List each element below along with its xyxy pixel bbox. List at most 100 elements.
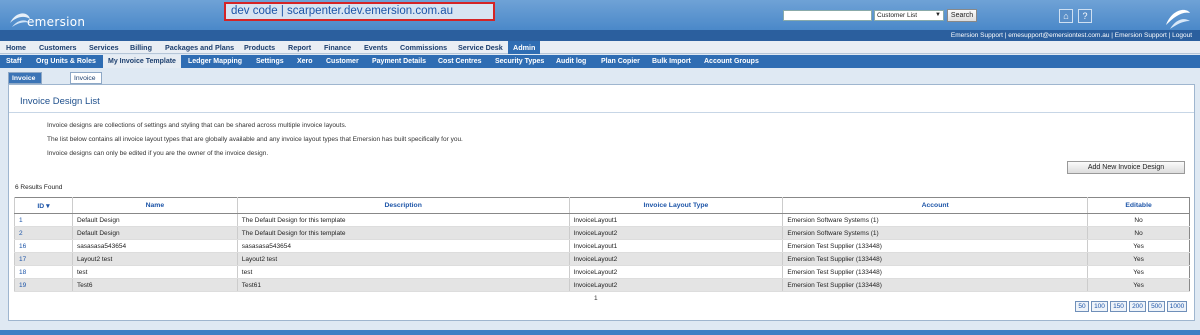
cell-account: Emersion Software Systems (1) xyxy=(782,213,1088,227)
cell-description: Layout2 test xyxy=(236,252,570,266)
page-size-button[interactable]: 1000 xyxy=(1167,301,1187,312)
sub-navigation: Staff Org Units & Roles My Invoice Templ… xyxy=(0,55,1200,68)
cell-editable: Yes xyxy=(1087,265,1190,279)
cell-name: Default Design xyxy=(71,226,238,240)
page-size-button[interactable]: 200 xyxy=(1129,301,1146,312)
cell-editable: Yes xyxy=(1087,278,1190,292)
nav-home[interactable]: Home xyxy=(6,41,26,54)
subnav-settings[interactable]: Settings xyxy=(256,55,284,68)
cell-description: The Default Design for this template xyxy=(236,213,570,227)
subnav-customer[interactable]: Customer xyxy=(326,55,359,68)
cell-account: Emersion Test Supplier (133448) xyxy=(782,239,1088,253)
page-size-button[interactable]: 50 xyxy=(1075,301,1089,312)
app-header: emersion dev code | scarpenter.dev.emers… xyxy=(0,0,1200,41)
column-header-id[interactable]: ID ▾ xyxy=(14,197,73,214)
cell-name: Default Design xyxy=(71,213,238,227)
cell-layout-type: InvoiceLayout1 xyxy=(568,239,783,253)
page-size-button[interactable]: 100 xyxy=(1091,301,1108,312)
table-row[interactable]: 18 test test InvoiceLayout2 Emersion Tes… xyxy=(14,265,1190,279)
nav-events[interactable]: Events xyxy=(364,41,388,54)
title-divider xyxy=(9,112,1194,113)
table-row[interactable]: 19 Test6 Test61 InvoiceLayout2 Emersion … xyxy=(14,278,1190,292)
subnav-ledger-mapping[interactable]: Ledger Mapping xyxy=(188,55,242,68)
cell-editable: No xyxy=(1087,226,1190,240)
search-type-value: Customer List xyxy=(877,12,918,19)
cell-account: Emersion Test Supplier (133448) xyxy=(782,278,1088,292)
table-row[interactable]: 2 Default Design The Default Design for … xyxy=(14,226,1190,240)
column-header-description[interactable]: Description xyxy=(236,197,570,214)
sort-descending-icon[interactable]: ▾ xyxy=(46,203,49,210)
cell-description: test xyxy=(236,265,570,279)
cell-layout-type: InvoiceLayout2 xyxy=(568,265,783,279)
tab-invoice-designs[interactable]: Invoice Designs xyxy=(8,72,43,93)
invoice-design-panel: Invoice Design List Invoice designs are … xyxy=(8,84,1195,321)
cell-editable: Yes xyxy=(1087,239,1190,253)
subnav-security-types[interactable]: Security Types xyxy=(495,55,544,68)
subnav-payment-details[interactable]: Payment Details xyxy=(372,55,426,68)
column-header-invoice-layout-type[interactable]: Invoice Layout Type xyxy=(568,197,783,214)
subnav-cost-centres[interactable]: Cost Centres xyxy=(438,55,482,68)
results-count: 6 Results Found xyxy=(15,184,63,191)
nav-report[interactable]: Report xyxy=(288,41,311,54)
subnav-audit-log[interactable]: Audit log xyxy=(556,55,586,68)
cell-id[interactable]: 1 xyxy=(14,213,73,227)
cell-account: Emersion Software Systems (1) xyxy=(782,226,1088,240)
column-header-account[interactable]: Account xyxy=(782,197,1088,214)
help-icon[interactable]: ? xyxy=(1078,9,1092,23)
table-header-row: ID ▾ Name Description Invoice Layout Typ… xyxy=(14,197,1190,214)
description-paragraph: Invoice designs are collections of setti… xyxy=(47,122,347,129)
table-row[interactable]: 17 Layout2 test Layout2 test InvoiceLayo… xyxy=(14,252,1190,266)
pagination-current-page[interactable]: 1 xyxy=(594,295,598,302)
subnav-account-groups[interactable]: Account Groups xyxy=(704,55,759,68)
search-type-select[interactable]: Customer List ▼ xyxy=(874,10,944,21)
nav-commissions[interactable]: Commissions xyxy=(400,41,447,54)
cell-id[interactable]: 16 xyxy=(14,239,73,253)
logo-text: emersion xyxy=(27,15,86,29)
main-navigation: Home Customers Services Billing Packages… xyxy=(0,41,1200,54)
cell-layout-type: InvoiceLayout2 xyxy=(568,226,783,240)
nav-customers[interactable]: Customers xyxy=(39,41,77,54)
nav-service-desk[interactable]: Service Desk xyxy=(458,41,503,54)
page-title: Invoice Design List xyxy=(20,96,100,107)
description-paragraph: The list below contains all invoice layo… xyxy=(47,136,463,143)
nav-products[interactable]: Products xyxy=(244,41,275,54)
cell-id[interactable]: 2 xyxy=(14,226,73,240)
nav-packages-and-plans[interactable]: Packages and Plans xyxy=(165,41,234,54)
subnav-bulk-import[interactable]: Bulk Import xyxy=(652,55,691,68)
page-size-button[interactable]: 150 xyxy=(1110,301,1127,312)
search-input[interactable] xyxy=(783,10,872,21)
cell-name: test xyxy=(71,265,238,279)
cell-description: Test61 xyxy=(236,278,570,292)
search-button[interactable]: Search xyxy=(947,9,977,22)
subnav-my-invoice-template[interactable]: My Invoice Template xyxy=(103,55,181,68)
cell-id[interactable]: 17 xyxy=(14,252,73,266)
table-row[interactable]: 16 sasasasa543654 sasasasa543654 Invoice… xyxy=(14,239,1190,253)
cell-id[interactable]: 19 xyxy=(14,278,73,292)
tab-invoice-layouts[interactable]: Invoice Layouts xyxy=(70,72,102,93)
add-new-invoice-design-button[interactable]: Add New Invoice Design xyxy=(1067,161,1185,174)
cell-description: sasasasa543654 xyxy=(236,239,570,253)
user-info-bar[interactable]: Emersion Support | emesupport@emersionte… xyxy=(0,30,1200,41)
description-paragraph: Invoice designs can only be edited if yo… xyxy=(47,150,269,157)
column-header-editable[interactable]: Editable xyxy=(1087,197,1190,214)
cell-layout-type: InvoiceLayout2 xyxy=(568,278,783,292)
nav-services[interactable]: Services xyxy=(89,41,119,54)
table-row[interactable]: 1 Default Design The Default Design for … xyxy=(14,213,1190,227)
cell-editable: No xyxy=(1087,213,1190,227)
column-header-name[interactable]: Name xyxy=(71,197,238,214)
home-icon[interactable]: ⌂ xyxy=(1059,9,1073,23)
subnav-xero[interactable]: Xero xyxy=(297,55,313,68)
subnav-org-units-roles[interactable]: Org Units & Roles xyxy=(36,55,96,68)
footer-bar xyxy=(0,330,1200,335)
nav-admin[interactable]: Admin xyxy=(508,41,541,54)
page-size-button[interactable]: 500 xyxy=(1148,301,1165,312)
cell-layout-type: InvoiceLayout2 xyxy=(568,252,783,266)
cell-name: Test6 xyxy=(71,278,238,292)
nav-billing[interactable]: Billing xyxy=(130,41,152,54)
subnav-staff[interactable]: Staff xyxy=(6,55,22,68)
cell-editable: Yes xyxy=(1087,252,1190,266)
nav-finance[interactable]: Finance xyxy=(324,41,351,54)
subnav-plan-copier[interactable]: Plan Copier xyxy=(601,55,640,68)
dev-environment-banner: dev code | scarpenter.dev.emersion.com.a… xyxy=(224,2,495,21)
cell-id[interactable]: 18 xyxy=(14,265,73,279)
